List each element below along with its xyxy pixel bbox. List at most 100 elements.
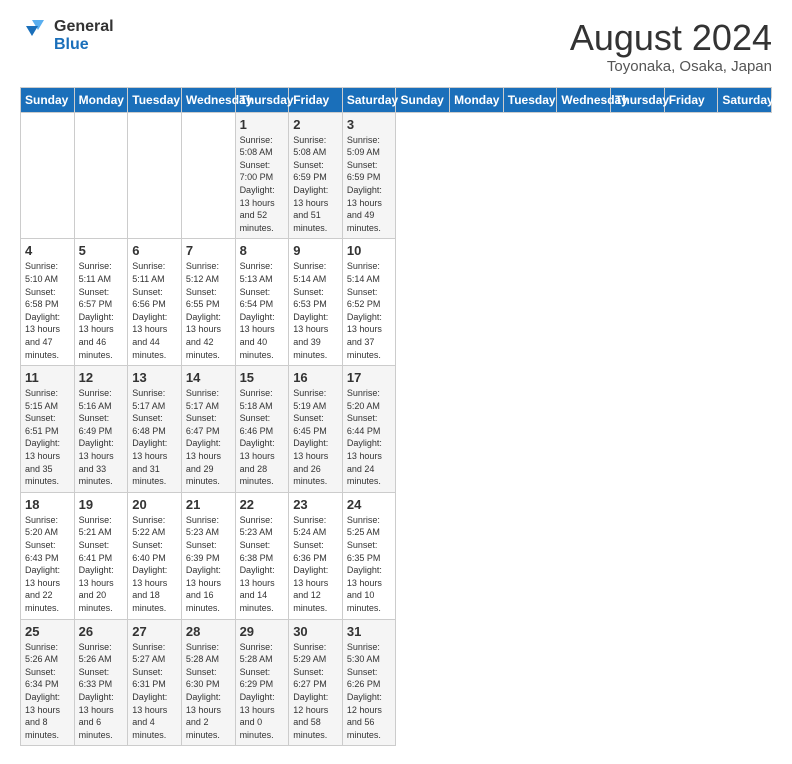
cell-text: Sunrise: 5:13 AM [240,260,285,285]
header-cell-friday: Friday [664,87,718,112]
cell-text: Daylight: 13 hours [132,564,177,589]
calendar-cell: 23Sunrise: 5:24 AMSunset: 6:36 PMDayligh… [289,492,343,619]
cell-text: and 26 minutes. [293,463,338,488]
cell-text: Sunrise: 5:24 AM [293,514,338,539]
calendar-cell: 15Sunrise: 5:18 AMSunset: 6:46 PMDayligh… [235,366,289,493]
cell-text: and 14 minutes. [240,589,285,614]
cell-text: Sunrise: 5:15 AM [25,387,70,412]
cell-text: Sunset: 6:27 PM [293,666,338,691]
calendar-cell: 26Sunrise: 5:26 AMSunset: 6:33 PMDayligh… [74,619,128,746]
day-number: 23 [293,497,338,512]
cell-text: Sunrise: 5:17 AM [186,387,231,412]
day-number: 27 [132,624,177,639]
cell-text: Daylight: 12 hours [347,691,392,716]
cell-text: Sunset: 6:39 PM [186,539,231,564]
day-number: 5 [79,243,124,258]
calendar-table: SundayMondayTuesdayWednesdayThursdayFrid… [20,87,772,747]
calendar-week-row: 11Sunrise: 5:15 AMSunset: 6:51 PMDayligh… [21,366,772,493]
cell-text: Sunrise: 5:14 AM [347,260,392,285]
cell-text: and 28 minutes. [240,463,285,488]
cell-text: Sunset: 6:38 PM [240,539,285,564]
location-subtitle: Toyonaka, Osaka, Japan [570,58,772,75]
cell-text: Sunset: 6:56 PM [132,286,177,311]
calendar-cell: 16Sunrise: 5:19 AMSunset: 6:45 PMDayligh… [289,366,343,493]
cell-text: Sunset: 6:40 PM [132,539,177,564]
header-cell-thursday: Thursday [235,87,289,112]
cell-text: Sunrise: 5:08 AM [293,134,338,159]
day-number: 13 [132,370,177,385]
cell-text: Sunrise: 5:18 AM [240,387,285,412]
cell-text: Sunrise: 5:09 AM [347,134,392,159]
cell-text: Daylight: 13 hours [25,564,70,589]
day-number: 20 [132,497,177,512]
calendar-cell: 31Sunrise: 5:30 AMSunset: 6:26 PMDayligh… [342,619,396,746]
cell-text: Sunset: 6:57 PM [79,286,124,311]
cell-text: Daylight: 13 hours [79,437,124,462]
cell-text: Sunset: 6:48 PM [132,412,177,437]
cell-text: Sunset: 6:45 PM [293,412,338,437]
cell-text: Daylight: 13 hours [79,311,124,336]
cell-text: Sunset: 6:44 PM [347,412,392,437]
calendar-cell [74,112,128,239]
calendar-cell: 20 Sunrise: 5:22 AMSunset: 6:40 PMDayligh… [128,492,182,619]
month-title: August 2024 [570,18,772,58]
cell-text: Sunrise: 5:30 AM [347,641,392,666]
cell-text: Sunrise: 5:26 AM [25,641,70,666]
cell-text: Sunset: 6:34 PM [25,666,70,691]
header-cell-monday: Monday [450,87,504,112]
cell-text: Sunset: 6:49 PM [79,412,124,437]
cell-text: and 18 minutes. [132,589,177,614]
cell-text: Sunrise: 5:23 AM [240,514,285,539]
day-number: 26 [79,624,124,639]
header-cell-sunday: Sunday [396,87,450,112]
cell-text: Daylight: 13 hours [240,564,285,589]
calendar-cell: 17Sunrise: 5:20 AMSunset: 6:44 PMDayligh… [342,366,396,493]
calendar-week-row: 18Sunrise: 5:20 AMSunset: 6:43 PMDayligh… [21,492,772,619]
cell-text: Sunrise: 5:28 AM [240,641,285,666]
cell-text: Sunrise: 5:10 AM [25,260,70,285]
cell-text: Daylight: 13 hours [132,311,177,336]
cell-text: Daylight: 13 hours [293,311,338,336]
cell-text: Sunset: 6:59 PM [293,159,338,184]
cell-text: Daylight: 13 hours [347,184,392,209]
cell-text: Daylight: 13 hours [132,691,177,716]
cell-text: Sunset: 6:47 PM [186,412,231,437]
cell-text: Daylight: 13 hours [293,184,338,209]
header-cell-sunday: Sunday [21,87,75,112]
day-number: 16 [293,370,338,385]
calendar-cell: 21Sunrise: 5:23 AMSunset: 6:39 PMDayligh… [181,492,235,619]
calendar-cell: 28Sunrise: 5:28 AMSunset: 6:30 PMDayligh… [181,619,235,746]
day-number: 24 [347,497,392,512]
calendar-cell: 30Sunrise: 5:29 AMSunset: 6:27 PMDayligh… [289,619,343,746]
calendar-cell: 11Sunrise: 5:15 AMSunset: 6:51 PMDayligh… [21,366,75,493]
cell-text: and 33 minutes. [79,463,124,488]
header-cell-tuesday: Tuesday [128,87,182,112]
header: GeneralBlue August 2024 Toyonaka, Osaka,… [20,18,772,75]
calendar-cell: 5Sunrise: 5:11 AMSunset: 6:57 PMDaylight… [74,239,128,366]
calendar-cell: 19Sunrise: 5:21 AMSunset: 6:41 PMDayligh… [74,492,128,619]
cell-text: and 29 minutes. [186,463,231,488]
cell-text: Daylight: 13 hours [240,691,285,716]
calendar-week-row: 4Sunrise: 5:10 AMSunset: 6:58 PMDaylight… [21,239,772,366]
calendar-cell [181,112,235,239]
day-number: 9 [293,243,338,258]
calendar-cell: 2Sunrise: 5:08 AMSunset: 6:59 PMDaylight… [289,112,343,239]
day-number: 8 [240,243,285,258]
cell-text: Sunset: 6:54 PM [240,286,285,311]
day-number: 29 [240,624,285,639]
cell-text: Sunrise: 5:22 AM [132,514,177,539]
cell-text: Daylight: 13 hours [79,691,124,716]
logo-blue: Blue [54,36,114,54]
day-number: 28 [186,624,231,639]
cell-text: Sunrise: 5:12 AM [186,260,231,285]
cell-text: and 20 minutes. [79,589,124,614]
cell-text: Sunrise: 5:20 AM [347,387,392,412]
calendar-cell: 27Sunrise: 5:27 AMSunset: 6:31 PMDayligh… [128,619,182,746]
cell-text: Sunset: 6:59 PM [347,159,392,184]
header-cell-wednesday: Wednesday [557,87,611,112]
cell-text: and 24 minutes. [347,463,392,488]
cell-text: Daylight: 13 hours [293,564,338,589]
cell-text: and 37 minutes. [347,336,392,361]
cell-text: Sunset: 6:33 PM [79,666,124,691]
cell-text: Sunrise: 5:21 AM [79,514,124,539]
